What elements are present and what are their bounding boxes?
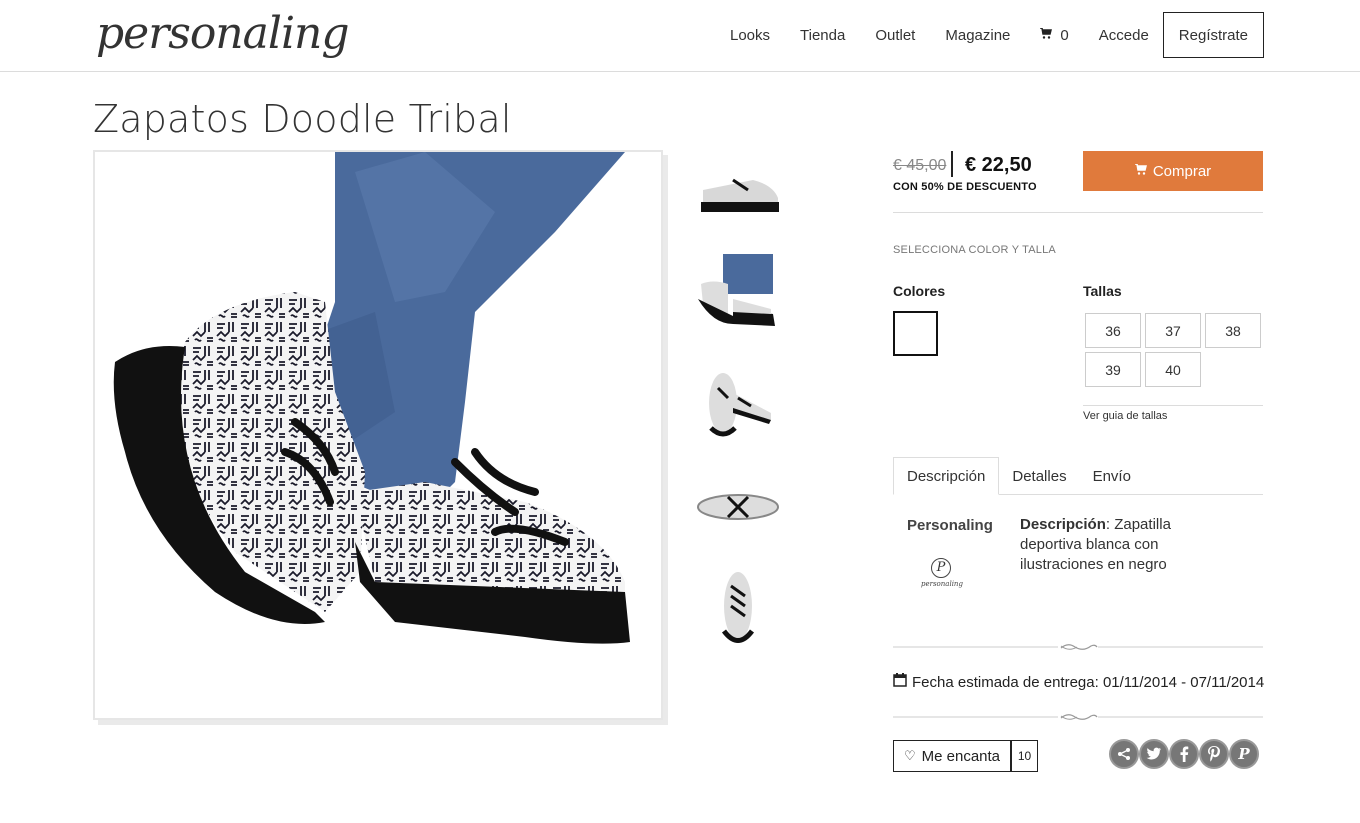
share-icon[interactable] <box>1109 739 1139 769</box>
calendar-icon <box>893 673 907 691</box>
product-description: Descripción: Zapatilla deportiva blanca … <box>1020 515 1190 575</box>
nav-looks[interactable]: Looks <box>730 27 770 44</box>
size-options: 36 37 38 39 40 <box>1085 313 1265 391</box>
brand-logo[interactable]: P personaling <box>921 558 963 594</box>
site-header: personaling Looks Tienda Outlet Magazine… <box>0 0 1360 72</box>
product-tabs: Descripción Detalles Envío <box>893 457 1263 495</box>
register-button[interactable]: Regístrate <box>1162 12 1264 58</box>
site-logo[interactable]: personaling <box>96 8 350 59</box>
thumbnail-3[interactable] <box>693 358 783 448</box>
divider <box>1083 405 1263 406</box>
product-title: Zapatos Doodle Tribal <box>93 97 512 141</box>
like-count: 10 <box>1011 740 1038 772</box>
thumbnail-list <box>693 150 783 670</box>
facebook-icon[interactable] <box>1169 739 1199 769</box>
cart-icon <box>1040 27 1053 42</box>
price-original: € 45,00 <box>893 157 947 174</box>
heart-icon: ♡ <box>903 748 916 763</box>
nav-magazine[interactable]: Magazine <box>945 27 1010 44</box>
product-main-image[interactable] <box>93 150 663 720</box>
main-nav: Looks Tienda Outlet Magazine 0 Accede Re… <box>700 12 1264 58</box>
brand-logo-mark: P <box>931 558 951 578</box>
tab-detalles[interactable]: Detalles <box>999 457 1079 495</box>
nav-outlet[interactable]: Outlet <box>875 27 915 44</box>
size-option-39[interactable]: 39 <box>1085 352 1141 387</box>
delivery-estimate: Fecha estimada de entrega: 01/11/2014 - … <box>893 673 1264 691</box>
brand-name: Personaling <box>907 517 993 534</box>
pinterest-icon[interactable] <box>1199 739 1229 769</box>
colors-heading: Colores <box>893 283 946 299</box>
twitter-icon[interactable] <box>1139 739 1169 769</box>
social-share: P <box>1109 739 1259 769</box>
ornament-divider <box>893 640 1263 654</box>
nav-tienda[interactable]: Tienda <box>800 27 845 44</box>
thumbnail-5[interactable] <box>693 566 783 656</box>
delivery-text: Fecha estimada de entrega: 01/11/2014 - … <box>912 673 1265 691</box>
select-color-size-label: SELECCIONA COLOR Y TALLA <box>893 244 1056 256</box>
tab-descripcion[interactable]: Descripción <box>893 457 1000 495</box>
size-option-37[interactable]: 37 <box>1145 313 1201 348</box>
thumbnail-2[interactable] <box>693 254 783 344</box>
buy-button[interactable]: Comprar <box>1083 151 1263 191</box>
price-separator <box>951 151 953 177</box>
thumbnail-1[interactable] <box>693 150 783 240</box>
personaling-icon[interactable]: P <box>1229 739 1259 769</box>
nav-cart[interactable]: 0 <box>1040 26 1069 44</box>
size-option-36[interactable]: 36 <box>1085 313 1141 348</box>
size-option-38[interactable]: 38 <box>1205 313 1261 348</box>
size-guide-link[interactable]: Ver guia de tallas <box>1083 410 1167 422</box>
nav-login[interactable]: Accede <box>1099 27 1149 44</box>
price-current: € 22,50 <box>965 154 1032 176</box>
description-label: Descripción <box>1020 516 1106 533</box>
tab-envio[interactable]: Envío <box>1080 457 1144 495</box>
cart-count: 0 <box>1060 26 1069 44</box>
like-button[interactable]: ♡ Me encanta <box>893 740 1011 772</box>
cart-icon <box>1134 163 1147 178</box>
like-button-label: Me encanta <box>921 747 1001 765</box>
color-swatch-white[interactable] <box>893 311 938 356</box>
sizes-heading: Tallas <box>1083 283 1122 299</box>
size-option-40[interactable]: 40 <box>1145 352 1201 387</box>
discount-label: CON 50% DE DESCUENTO <box>893 181 1037 193</box>
ornament-divider <box>893 710 1263 724</box>
brand-logo-text: personaling <box>921 580 963 588</box>
thumbnail-4[interactable] <box>693 462 783 552</box>
buy-button-label: Comprar <box>1152 162 1212 180</box>
divider <box>893 212 1263 213</box>
